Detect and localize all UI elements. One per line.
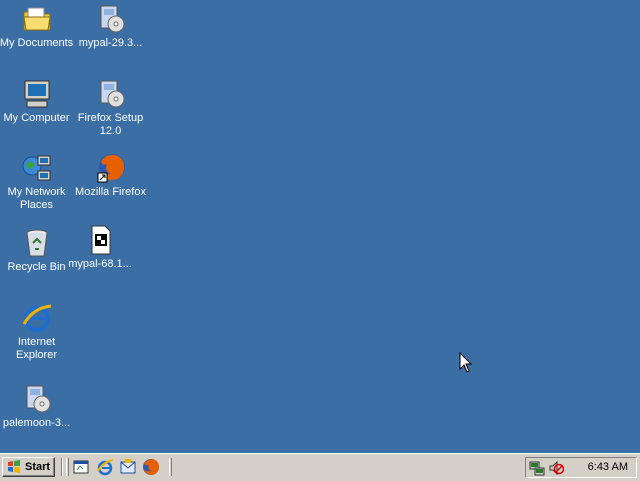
internet-explorer-shortcut[interactable]: Internet Explorer: [0, 302, 74, 362]
my-computer-shortcut[interactable]: My Computer: [0, 78, 74, 125]
taskbar: Start 6:43 AM: [0, 453, 640, 481]
icon-label: My Documents: [0, 37, 74, 49]
computer-icon: [24, 80, 49, 108]
recycle-bin-icon: [26, 229, 47, 257]
my-network-places-shortcut[interactable]: My Network Places: [0, 152, 74, 212]
icon-label: mypal-29.3...: [78, 37, 143, 49]
mouse-cursor-icon: [459, 352, 473, 373]
my-documents-shortcut[interactable]: My Documents: [0, 3, 74, 50]
desktop: My Documents mypal-29.3... My Computer F…: [0, 0, 640, 453]
outlook-icon[interactable]: [119, 458, 137, 476]
mypal-68-file[interactable]: mypal-68.1...: [62, 224, 138, 271]
firefox-setup-installer[interactable]: Firefox Setup 12.0: [73, 78, 148, 138]
installer-icon: [100, 80, 124, 108]
taskbar-grip[interactable]: [169, 458, 172, 476]
icon-label: My Network Places: [7, 186, 66, 211]
palemoon-installer[interactable]: palemoon-3...: [0, 383, 74, 430]
icon-label: My Computer: [3, 112, 70, 124]
icon-label: mypal-68.1...: [68, 258, 132, 270]
network-icon: [22, 155, 50, 181]
ie-icon[interactable]: [96, 458, 114, 476]
mypal-29-installer[interactable]: mypal-29.3...: [73, 3, 148, 50]
icon-label: Firefox Setup 12.0: [77, 112, 144, 137]
firefox-icon: [97, 154, 125, 183]
folder-icon: [22, 7, 51, 31]
installer-icon: [26, 385, 50, 413]
show-desktop-icon[interactable]: [72, 458, 90, 476]
mozilla-firefox-shortcut[interactable]: Mozilla Firefox: [73, 152, 148, 199]
firefox-icon[interactable]: [142, 458, 160, 476]
start-label: Start: [25, 461, 51, 473]
installer-icon: [100, 5, 124, 33]
icon-label: Internet Explorer: [16, 336, 57, 361]
network-tray-icon[interactable]: [529, 460, 545, 476]
volume-muted-icon[interactable]: [548, 460, 564, 476]
icon-label: Mozilla Firefox: [75, 186, 146, 198]
media-file-icon: [91, 225, 111, 255]
taskbar-separator: [61, 458, 63, 476]
start-button[interactable]: Start: [2, 457, 55, 477]
quick-launch-grip[interactable]: [66, 458, 69, 476]
ie-icon: [22, 304, 51, 332]
windows-logo-icon: [8, 460, 20, 473]
icon-label: palemoon-3...: [2, 417, 71, 429]
system-tray: 6:43 AM: [525, 457, 637, 478]
taskbar-clock[interactable]: 6:43 AM: [588, 461, 628, 473]
